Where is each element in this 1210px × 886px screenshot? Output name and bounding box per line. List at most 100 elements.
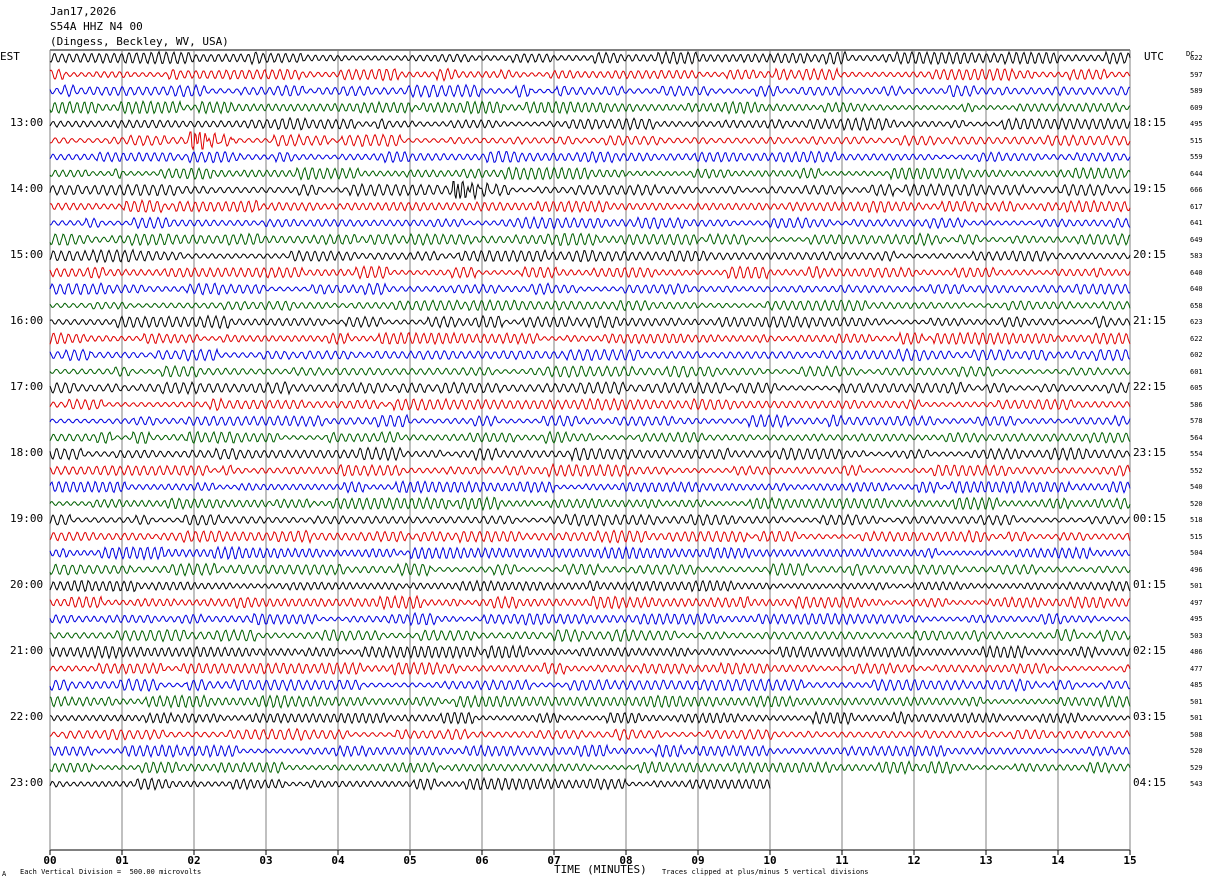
dc-offset-label: 640 bbox=[1190, 268, 1203, 277]
dc-offset-label: 617 bbox=[1190, 202, 1203, 211]
trace-row bbox=[49, 760, 1131, 775]
trace-row bbox=[49, 265, 1131, 280]
utc-hour-label: 22:15 bbox=[1133, 380, 1167, 393]
trace-row bbox=[49, 694, 1131, 709]
trace-row bbox=[49, 496, 1131, 512]
dc-offset-label: 640 bbox=[1190, 285, 1203, 293]
dc-offset-label: 529 bbox=[1190, 763, 1203, 772]
trace-row bbox=[49, 364, 1131, 379]
est-hour-label: 20:00 bbox=[10, 578, 44, 591]
trace-row bbox=[49, 180, 1131, 201]
dc-offset-label: 495 bbox=[1190, 120, 1203, 128]
trace-row bbox=[49, 83, 1131, 99]
dc-offset-label: 644 bbox=[1190, 169, 1203, 178]
dc-offset-label: 503 bbox=[1190, 631, 1203, 640]
dc-offset-label: 501 bbox=[1190, 582, 1203, 590]
dc-offset-label: 497 bbox=[1190, 598, 1203, 607]
x-tick-label: 02 bbox=[187, 854, 200, 867]
trace-row bbox=[49, 99, 1131, 115]
dc-offset-label: 515 bbox=[1190, 136, 1203, 145]
est-axis-title: EST bbox=[0, 50, 20, 63]
trace-row bbox=[49, 529, 1131, 545]
utc-hour-label: 21:15 bbox=[1133, 314, 1167, 327]
dc-offset-label: 622 bbox=[1190, 334, 1203, 343]
dc-offset-label: 520 bbox=[1190, 747, 1203, 755]
utc-axis-title: UTC bbox=[1144, 50, 1164, 63]
trace-row bbox=[49, 298, 1131, 312]
trace-row bbox=[49, 743, 1131, 759]
trace-row bbox=[49, 198, 1131, 214]
trace-row bbox=[49, 594, 1131, 611]
trace-row bbox=[49, 150, 1131, 164]
est-hour-label: 21:00 bbox=[10, 644, 44, 657]
x-tick-label: 05 bbox=[403, 854, 416, 867]
dc-offset-label: 501 bbox=[1190, 697, 1203, 706]
trace-row bbox=[49, 628, 1131, 643]
dc-offset-label: 485 bbox=[1190, 681, 1203, 689]
dc-offset-label: 641 bbox=[1190, 219, 1203, 227]
dc-offset-label: 605 bbox=[1190, 384, 1203, 392]
dc-offset-label: 508 bbox=[1190, 730, 1203, 739]
x-tick-label: 12 bbox=[907, 854, 920, 867]
est-hour-label: 16:00 bbox=[10, 314, 44, 327]
corner-mark: A bbox=[2, 870, 7, 878]
est-hour-label: 23:00 bbox=[10, 776, 44, 789]
dc-offset-label: 504 bbox=[1190, 549, 1203, 557]
x-tick-label: 01 bbox=[115, 854, 129, 867]
dc-offset-label: 601 bbox=[1190, 367, 1203, 376]
trace-row bbox=[49, 314, 1131, 330]
dc-offset-label: 623 bbox=[1190, 318, 1203, 326]
x-tick-label: 10 bbox=[763, 854, 776, 867]
trace-row bbox=[49, 727, 1131, 742]
trace-row bbox=[49, 661, 1131, 676]
utc-hour-label: 19:15 bbox=[1133, 182, 1167, 195]
dc-offset-label: 518 bbox=[1190, 516, 1203, 524]
dc-offset-label: 589 bbox=[1190, 87, 1203, 95]
x-tick-label: 06 bbox=[475, 854, 489, 867]
trace-row bbox=[49, 413, 1131, 429]
dc-offset-label: 622 bbox=[1190, 54, 1203, 62]
est-hour-label: 17:00 bbox=[10, 380, 44, 393]
utc-hour-label: 20:15 bbox=[1133, 248, 1167, 261]
x-tick-label: 13 bbox=[979, 854, 992, 867]
trace-row bbox=[49, 562, 1131, 577]
dc-offset-label: 520 bbox=[1190, 499, 1203, 508]
x-tick-label: 04 bbox=[331, 854, 345, 867]
trace-row bbox=[49, 446, 1131, 463]
utc-hour-label: 03:15 bbox=[1133, 710, 1167, 723]
date-label: Jan17,2026 bbox=[50, 5, 117, 18]
dc-offset-label: 649 bbox=[1190, 235, 1203, 244]
dc-offset-label: 554 bbox=[1190, 450, 1203, 458]
utc-hour-label: 01:15 bbox=[1133, 578, 1167, 591]
est-hour-label: 19:00 bbox=[10, 512, 44, 525]
trace-row bbox=[49, 545, 1131, 561]
dc-offset-label: 578 bbox=[1190, 417, 1203, 425]
dc-offset-label: 495 bbox=[1190, 615, 1203, 623]
est-hour-label: 14:00 bbox=[10, 182, 44, 195]
trace-row bbox=[49, 331, 1131, 346]
dc-offset-label: 564 bbox=[1190, 433, 1203, 442]
trace-row bbox=[49, 66, 1131, 82]
trace-row bbox=[49, 644, 1131, 660]
trace-row bbox=[49, 116, 1131, 132]
utc-hour-label: 18:15 bbox=[1133, 116, 1167, 129]
trace-row bbox=[49, 579, 1131, 593]
trace-row bbox=[49, 710, 1131, 726]
trace-row bbox=[49, 678, 1131, 693]
trace-row bbox=[49, 430, 1131, 445]
trace-row bbox=[49, 611, 1131, 627]
clip-note: Traces clipped at plus/minus 5 vertical … bbox=[662, 868, 869, 876]
x-tick-label: 00 bbox=[43, 854, 56, 867]
est-hour-label: 13:00 bbox=[10, 116, 44, 129]
dc-offset-label: 501 bbox=[1190, 714, 1203, 722]
dc-offset-label: 486 bbox=[1190, 648, 1203, 656]
dc-offset-label: 559 bbox=[1190, 153, 1203, 161]
utc-hour-label: 02:15 bbox=[1133, 644, 1167, 657]
trace-row bbox=[49, 397, 1131, 412]
utc-hour-label: 00:15 bbox=[1133, 512, 1167, 525]
utc-hour-label: 23:15 bbox=[1133, 446, 1167, 459]
dc-offset-label: 552 bbox=[1190, 466, 1203, 475]
trace-row bbox=[49, 462, 1131, 478]
dc-offset-label: 602 bbox=[1190, 351, 1203, 359]
trace-row bbox=[49, 282, 1131, 296]
